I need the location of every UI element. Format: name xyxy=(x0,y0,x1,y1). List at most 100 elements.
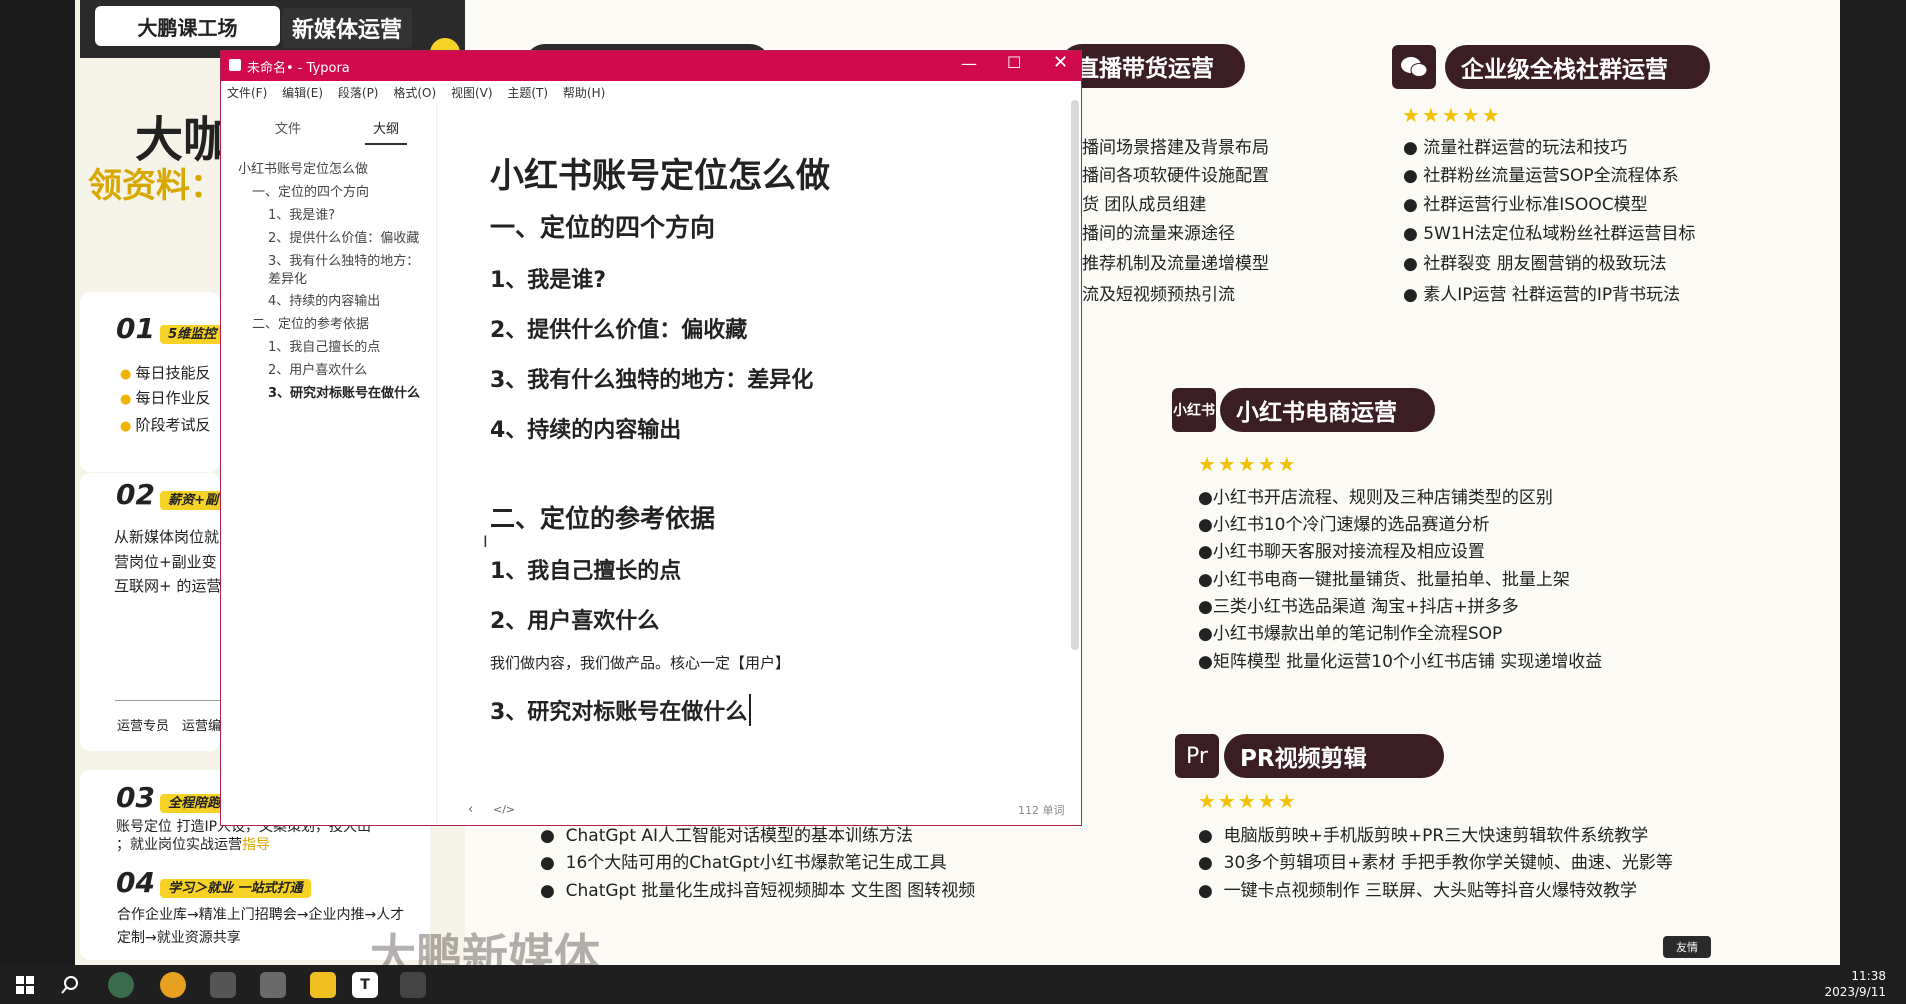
pr-item-text: 一键卡点视频制作 三联屏、大头贴等抖音火爆特效教学 xyxy=(1223,881,1638,901)
app-icon[interactable] xyxy=(160,972,186,998)
folder-icon[interactable] xyxy=(310,972,336,998)
outline-item-active[interactable]: 3、研究对标账号在做什么 xyxy=(268,382,420,405)
typora-taskbar-icon[interactable]: T xyxy=(352,972,378,998)
community-item: ● 社群运营行业标准ISOOC模型 xyxy=(1403,195,1648,215)
app-icon[interactable] xyxy=(260,972,286,998)
outline-item[interactable]: 4、持续的内容输出 xyxy=(268,290,380,313)
browser-icon[interactable] xyxy=(108,972,134,998)
pr-stars: ★★★★★ xyxy=(1198,789,1298,813)
chatgpt-item: ● ChatGpt 批量化生成抖音短视频脚本 文生图 图转视频 xyxy=(540,881,976,901)
outline-item[interactable]: 一、定位的四个方向 xyxy=(252,181,369,204)
community-item: ● 5W1H法定位私域粉丝社群运营目标 xyxy=(1403,224,1696,244)
pr-item: ● 电脑版剪映+手机版剪映+PR三大快速剪辑软件系统教学 xyxy=(1198,826,1649,846)
section-02-number: 02 xyxy=(116,478,155,511)
wechat-icon xyxy=(1392,45,1436,89)
live-title: 直播带货运营 xyxy=(1060,44,1245,88)
left-edge xyxy=(0,0,75,965)
corner-button[interactable]: 友情 xyxy=(1663,936,1711,958)
xhs-item-text: 小红书开店流程、规则及三种店铺类型的区别 xyxy=(1212,488,1553,508)
menu-file[interactable]: 文件(F) xyxy=(227,86,267,100)
doc-item-editing[interactable]: 3、研究对标账号在做什么 xyxy=(490,694,752,726)
xhs-item-text: 小红书爆款出单的笔记制作全流程SOP xyxy=(1212,624,1503,644)
clock-date: 2023/9/11 xyxy=(1824,985,1886,999)
app-icon[interactable] xyxy=(210,972,236,998)
brand-logo: 大鹏课工场 xyxy=(95,6,280,46)
xhs-item: ●矩阵模型 批量化运营10个小红书店铺 实现递增收益 xyxy=(1198,652,1603,672)
live-item: 推荐机制及流量递增模型 xyxy=(1082,254,1269,274)
xhs-item: ●小红书爆款出单的笔记制作全流程SOP xyxy=(1198,624,1503,644)
xhs-item: ●三类小红书选品渠道 淘宝+抖店+拼多多 xyxy=(1198,597,1519,617)
section-01-item: 每日技能反 xyxy=(120,362,210,383)
community-item: ● 社群裂变 朋友圈营销的极致玩法 xyxy=(1403,254,1667,274)
start-icon[interactable] xyxy=(12,972,38,998)
typora-app-icon xyxy=(229,59,241,71)
community-item: ● 素人IP运营 社群运营的IP背书玩法 xyxy=(1403,285,1681,305)
community-item: ● 流量社群运营的玩法和技巧 xyxy=(1403,138,1628,158)
outline-item[interactable]: 1、我是谁? xyxy=(268,204,335,227)
doc-section-1: 一、定位的四个方向 xyxy=(490,213,716,242)
pr-item-text: 30多个剪辑项目+素材 手把手教你学关键帧、曲速、光影等 xyxy=(1223,853,1673,873)
pr-title: PR视频剪辑 xyxy=(1224,734,1444,778)
section-04-tag: 学习＞就业 一站式打通 xyxy=(160,879,311,898)
menu-help[interactable]: 帮助(H) xyxy=(563,86,605,100)
minimize-icon[interactable]: — xyxy=(961,54,977,73)
app-icon[interactable] xyxy=(400,972,426,998)
xhs-item-text: 小红书10个冷门速爆的选品赛道分析 xyxy=(1212,515,1490,535)
outline-item[interactable]: 差异化 xyxy=(268,268,307,291)
tab-outline[interactable]: 大纲 xyxy=(365,118,408,145)
community-item-text: 流量社群运营的玩法和技巧 xyxy=(1423,138,1628,158)
chatgpt-item-text: ChatGpt 批量化生成抖音短视频脚本 文生图 图转视频 xyxy=(565,881,976,901)
word-count[interactable]: 112 单词 xyxy=(1018,802,1065,818)
xhs-stars: ★★★★★ xyxy=(1198,452,1298,476)
source-code-icon[interactable]: </> xyxy=(493,803,515,816)
community-item-text: 5W1H法定位私域粉丝社群运营目标 xyxy=(1423,224,1696,244)
close-icon[interactable]: ✕ xyxy=(1053,52,1068,73)
pr-item-text: 电脑版剪映+手机版剪映+PR三大快速剪辑软件系统教学 xyxy=(1223,826,1649,846)
outline-item[interactable]: 小红书账号定位怎么做 xyxy=(238,158,368,181)
outline-item[interactable]: 二、定位的参考依据 xyxy=(252,313,369,336)
role-label: 运营专员 xyxy=(117,719,170,734)
xhs-title: 小红书电商运营 xyxy=(1220,388,1435,432)
section-03-highlight: 指导 xyxy=(242,837,270,853)
section-01-item: 每日作业反 xyxy=(120,387,210,408)
scrollbar[interactable] xyxy=(1071,100,1079,650)
pr-item: ● 30多个剪辑项目+素材 手把手教你学关键帧、曲速、光影等 xyxy=(1198,853,1673,873)
text-cursor-icon: I xyxy=(483,532,488,551)
community-item-text: 社群裂变 朋友圈营销的极致玩法 xyxy=(1423,254,1667,274)
doc-item: 3、我有什么独特的地方：差异化 xyxy=(490,368,814,393)
doc-item: 1、我自己擅长的点 xyxy=(490,559,682,584)
clock-time: 11:38 xyxy=(1851,969,1886,983)
menu-view[interactable]: 视图(V) xyxy=(451,86,493,100)
chatgpt-item: ● ChatGpt AI人工智能对话模型的基本训练方法 xyxy=(540,826,914,846)
community-title: 企业级全栈社群运营 xyxy=(1445,45,1710,89)
tab-files[interactable]: 文件 xyxy=(275,118,301,137)
live-item: 货 团队成员组建 xyxy=(1082,195,1207,215)
role-label: 运营编 xyxy=(182,719,222,734)
sidebar-toggle-icon[interactable]: ‹ xyxy=(468,802,473,817)
section-04-line: 定制→就业资源共享 xyxy=(117,930,241,946)
maximize-icon[interactable]: ☐ xyxy=(1007,53,1021,72)
section-02-line: 营岗位+副业变 xyxy=(114,553,217,571)
outline-item[interactable]: 2、提供什么价值：偏收藏 xyxy=(268,227,419,250)
community-item-text: 素人IP运营 社群运营的IP背书玩法 xyxy=(1423,285,1681,305)
subheadline: 领资料： xyxy=(88,166,224,206)
section-04-line: 合作企业库→精准上门招聘会→企业内推→人才 xyxy=(117,907,405,923)
xhs-item-text: 矩阵模型 批量化运营10个小红书店铺 实现递增收益 xyxy=(1212,652,1603,672)
section-03-text: ；就业岗位实战运营 xyxy=(116,837,242,853)
menu-edit[interactable]: 编辑(E) xyxy=(282,86,323,100)
outline-item[interactable]: 1、我自己擅长的点 xyxy=(268,336,380,359)
xhs-item-text: 小红书聊天客服对接流程及相应设置 xyxy=(1212,542,1485,562)
section-02-heading: 02 薪资+副 xyxy=(116,478,226,511)
section-04-number: 04 xyxy=(116,866,155,899)
menu-format[interactable]: 格式(O) xyxy=(393,86,436,100)
menu-paragraph[interactable]: 段落(P) xyxy=(338,86,379,100)
outline-item[interactable]: 2、用户喜欢什么 xyxy=(268,359,367,382)
xhs-item-text: 三类小红书选品渠道 淘宝+抖店+拼多多 xyxy=(1212,597,1519,617)
menu-theme[interactable]: 主题(T) xyxy=(507,86,548,100)
section-01-heading: 01 5维监控 xyxy=(116,312,225,345)
chatgpt-item-text: ChatGpt AI人工智能对话模型的基本训练方法 xyxy=(565,826,914,846)
premiere-icon: Pr xyxy=(1175,734,1219,778)
section-02-line: 从新媒体岗位就 xyxy=(114,528,220,546)
xhs-item: ●小红书10个冷门速爆的选品赛道分析 xyxy=(1198,515,1490,535)
search-icon[interactable] xyxy=(57,972,83,998)
